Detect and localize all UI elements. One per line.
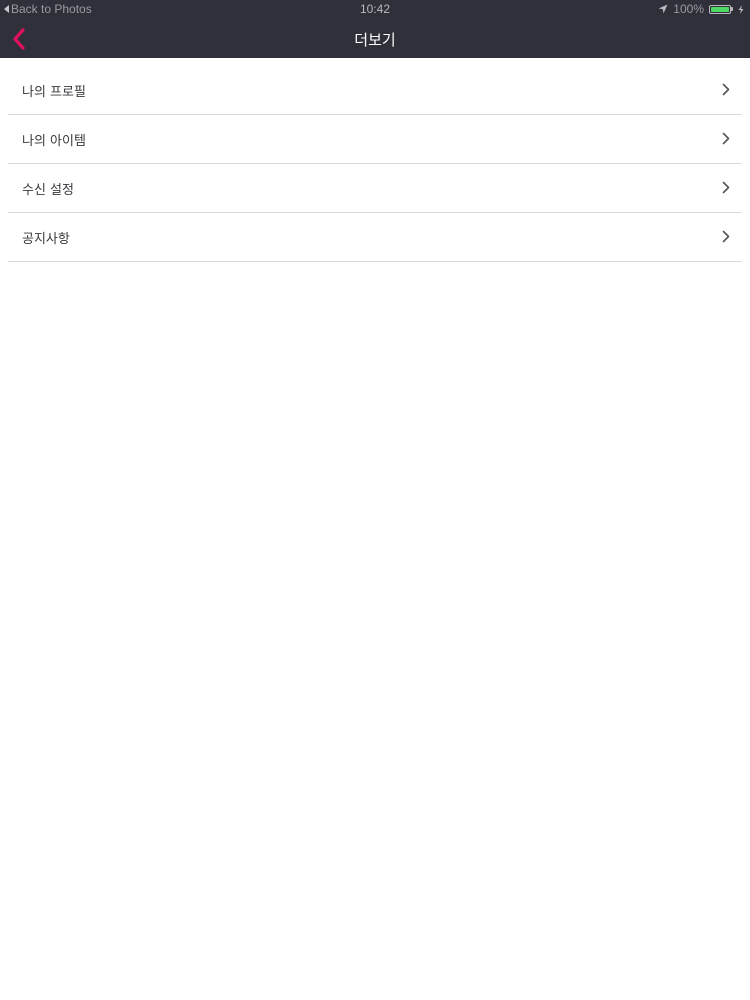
status-indicators: 100% xyxy=(658,2,744,16)
menu-item-my-profile[interactable]: 나의 프로필 xyxy=(8,66,742,115)
navigation-bar: 더보기 xyxy=(0,20,750,58)
status-bar: Back to Photos 10:42 100% xyxy=(0,0,750,20)
status-time: 10:42 xyxy=(359,2,391,16)
menu-item-label: 공지사항 xyxy=(22,232,70,247)
page-title: 더보기 xyxy=(354,31,396,49)
charging-bolt-icon xyxy=(738,4,744,14)
menu-item-my-items[interactable]: 나의 아이템 xyxy=(8,115,742,164)
menu-item-notices[interactable]: 공지사항 xyxy=(8,213,742,262)
menu-item-label: 나의 프로필 xyxy=(22,85,86,100)
battery-percentage: 100% xyxy=(673,2,704,16)
battery-fill xyxy=(711,6,729,12)
chevron-right-icon xyxy=(722,83,730,96)
chevron-right-icon xyxy=(722,230,730,243)
chevron-right-icon xyxy=(722,181,730,194)
chevron-right-icon xyxy=(722,132,730,145)
menu-item-label: 수신 설정 xyxy=(22,183,74,198)
battery-tip xyxy=(731,7,733,11)
battery-body xyxy=(709,4,731,14)
menu-item-label: 나의 아이템 xyxy=(22,134,86,149)
battery-icon xyxy=(709,4,733,14)
location-arrow-icon xyxy=(658,4,668,14)
menu-list: 나의 프로필 나의 아이템 수신 설정 공지사항 xyxy=(8,66,742,262)
menu-item-notification-settings[interactable]: 수신 설정 xyxy=(8,164,742,213)
